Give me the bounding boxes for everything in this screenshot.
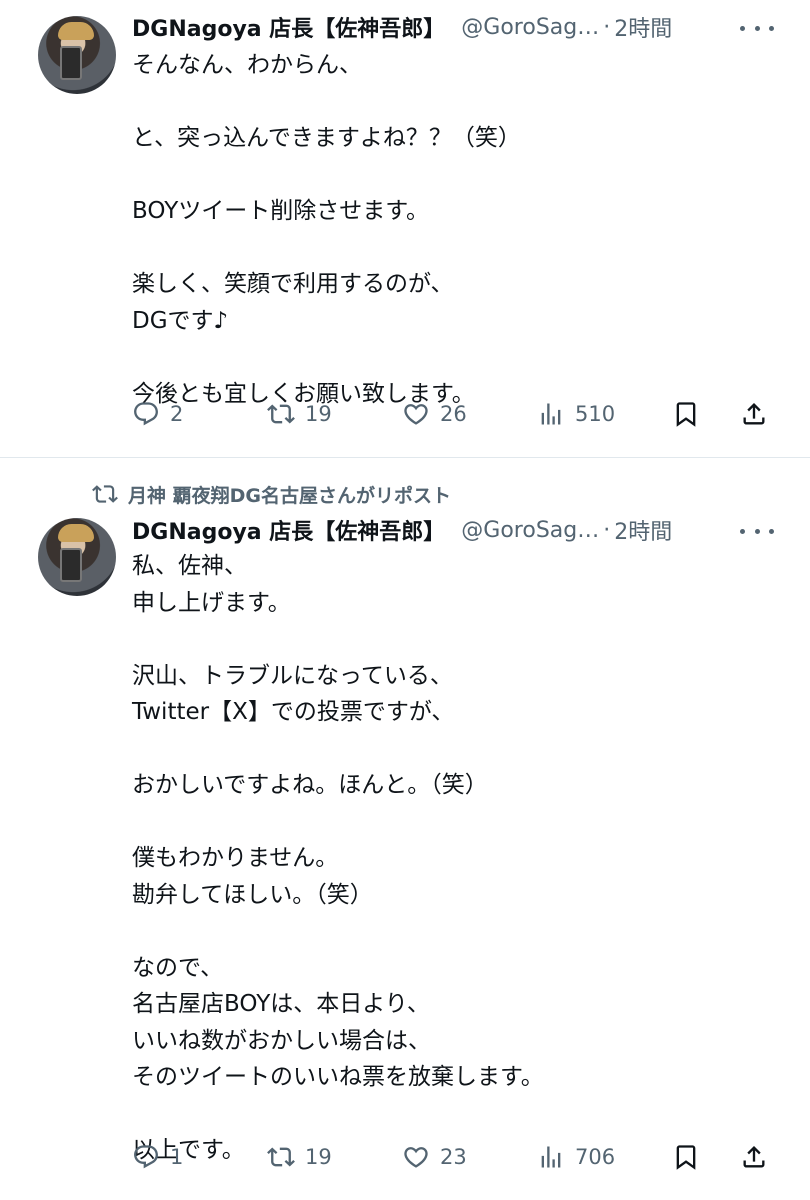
tweet-2[interactable]: DGNagoya 店長【佐神吾郎】 @GoroSag… · 2時間 私、佐神、 …: [0, 458, 810, 1200]
reply-button[interactable]: 2: [132, 397, 183, 431]
bookmark-icon: [676, 1145, 696, 1170]
like-count: 26: [440, 402, 467, 426]
bookmark-icon: [676, 402, 696, 427]
text-line: 私、佐神、: [132, 553, 247, 579]
text-line: 僕もわかりません。: [132, 845, 339, 871]
views-button[interactable]: 706: [537, 1140, 615, 1174]
text-line: と、突っ込んできますよね？？（笑）: [132, 125, 521, 151]
text-line: [132, 621, 544, 658]
text-line: [132, 157, 521, 194]
repost-count: 19: [305, 1145, 332, 1169]
share-button[interactable]: [740, 397, 768, 431]
reply-icon: [134, 1145, 158, 1169]
text-line: おかしいですよね。ほんと。（笑）: [132, 772, 488, 798]
timestamp[interactable]: 2時間: [614, 514, 672, 546]
action-bar: 2 19 26 510: [132, 397, 772, 431]
text-line: Twitter【X】での投票ですが、: [132, 699, 455, 725]
text-line: なので、: [132, 954, 224, 981]
tweet-text: そんなん、わからん、 と、突っ込んできますよね？？（笑） BOYツイート削除させ…: [132, 47, 521, 412]
like-button[interactable]: 23: [402, 1140, 467, 1174]
author-handle[interactable]: @GoroSag…: [461, 15, 599, 40]
share-icon: [743, 403, 765, 425]
views-count: 510: [575, 402, 616, 426]
reply-count: 2: [170, 402, 184, 426]
tweet-text: 私、佐神、 申し上げます。 沢山、トラブルになっている、 Twitter【X】で…: [132, 548, 544, 1169]
views-icon: [541, 403, 561, 425]
text-line: [132, 339, 521, 376]
repost-button[interactable]: 19: [267, 1140, 332, 1174]
separator-dot: ·: [603, 14, 611, 40]
like-icon: [404, 1147, 428, 1168]
action-bar: 1 19 23 706: [132, 1140, 772, 1174]
more-icon[interactable]: [740, 516, 774, 546]
bookmark-button[interactable]: [672, 1140, 700, 1174]
more-icon[interactable]: [740, 13, 774, 43]
text-line: 楽しく、笑顔で利用するのが、: [132, 271, 454, 297]
bookmark-button[interactable]: [672, 397, 700, 431]
share-button[interactable]: [740, 1140, 768, 1174]
author-name[interactable]: DGNagoya 店長【佐神吾郎】: [132, 11, 445, 43]
author-name[interactable]: DGNagoya 店長【佐神吾郎】: [132, 514, 445, 546]
views-icon: [541, 1146, 561, 1168]
text-line: BOYツイート削除させます。: [132, 198, 429, 224]
timestamp[interactable]: 2時間: [614, 11, 672, 43]
tweet-1[interactable]: DGNagoya 店長【佐神吾郎】 @GoroSag… · 2時間 そんなん、わ…: [0, 0, 810, 456]
text-line: 名古屋店BOYは、本日より、: [132, 991, 430, 1017]
text-line: 申し上げます。: [132, 589, 291, 616]
text-line: [132, 84, 521, 121]
views-button[interactable]: 510: [537, 397, 615, 431]
reply-icon: [134, 402, 158, 426]
like-button[interactable]: 26: [402, 397, 467, 431]
text-line: そのツイートのいいね票を放棄します。: [132, 1064, 544, 1090]
text-line: そんなん、わからん、: [132, 52, 362, 78]
text-line: [132, 804, 544, 841]
share-icon: [743, 1146, 765, 1168]
avatar[interactable]: [38, 16, 116, 94]
tweet-header: DGNagoya 店長【佐神吾郎】 @GoroSag… · 2時間: [132, 10, 672, 44]
author-handle[interactable]: @GoroSag…: [461, 518, 599, 543]
tweet-header: DGNagoya 店長【佐神吾郎】 @GoroSag… · 2時間: [132, 513, 672, 547]
text-line: [132, 1096, 544, 1133]
repost-icon: [267, 404, 295, 424]
text-line: [132, 913, 544, 950]
text-line: 勘弁してほしい。（笑）: [132, 881, 373, 908]
repost-icon: [267, 1147, 295, 1167]
like-icon: [404, 404, 428, 425]
views-count: 706: [575, 1145, 616, 1169]
like-count: 23: [440, 1145, 467, 1169]
text-line: DGです♪: [132, 307, 229, 334]
text-line: [132, 731, 544, 768]
avatar[interactable]: [38, 518, 116, 596]
separator-dot: ·: [603, 517, 611, 543]
repost-count: 19: [305, 402, 332, 426]
text-line: [132, 230, 521, 267]
reply-count: 1: [170, 1145, 184, 1169]
text-line: いいね数がおかしい場合は、: [132, 1027, 431, 1054]
reply-button[interactable]: 1: [132, 1140, 183, 1174]
text-line: 沢山、トラブルになっている、: [132, 662, 453, 689]
repost-button[interactable]: 19: [267, 397, 332, 431]
